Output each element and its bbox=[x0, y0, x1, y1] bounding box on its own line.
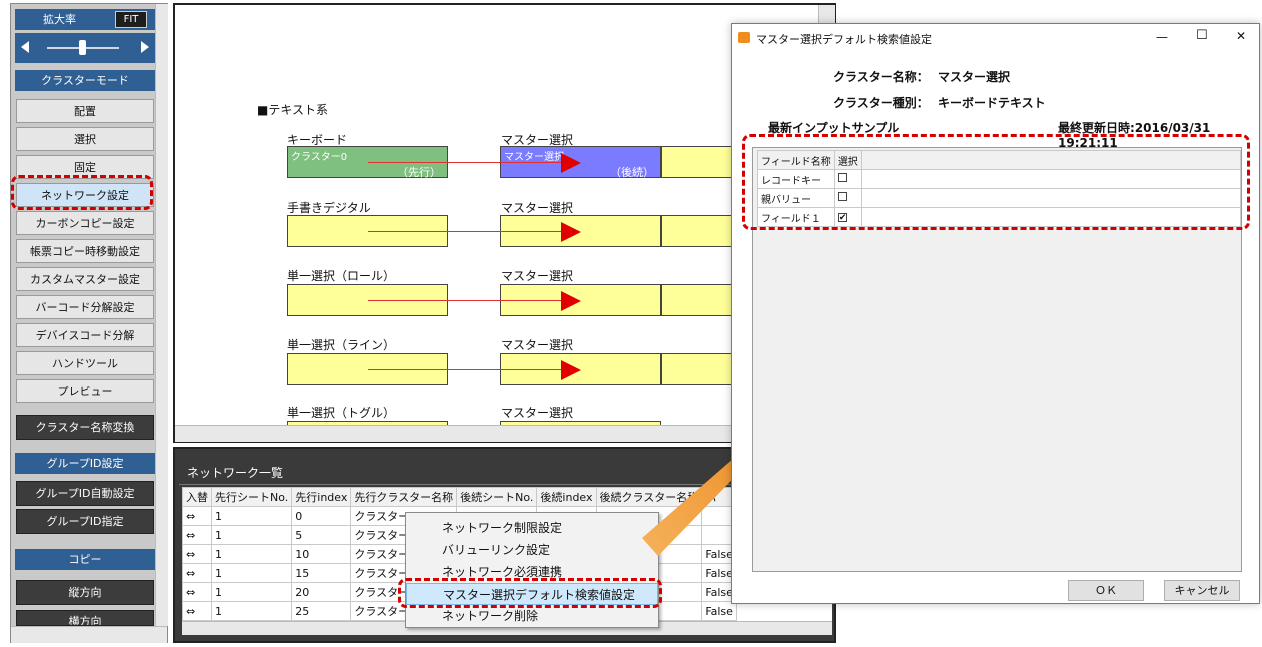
copy-vertical-button[interactable]: 縦方向 bbox=[16, 580, 154, 605]
cluster-box-name: クラスター0 bbox=[291, 152, 348, 163]
cell: 5 bbox=[291, 525, 352, 545]
cluster-box-role: （後続） bbox=[610, 166, 654, 179]
row-right-label: マスター選択 bbox=[501, 406, 574, 420]
copy-header: コピー bbox=[15, 549, 155, 570]
sidebar-vertical-scrollbar[interactable] bbox=[155, 4, 168, 626]
row-right-label: マスター選択 bbox=[501, 269, 574, 283]
mode-button-barcode-split[interactable]: バーコード分解設定 bbox=[16, 295, 154, 319]
context-menu: ネットワーク制限設定 バリューリンク設定 ネットワーク必須連携 マスター選択デフ… bbox=[405, 512, 659, 628]
cell: 1 bbox=[210, 544, 293, 564]
group-id-header: グループID設定 bbox=[15, 453, 155, 474]
cell: 1 bbox=[210, 601, 293, 621]
mode-button-form-copy-move[interactable]: 帳票コピー時移動設定 bbox=[16, 239, 154, 263]
col-header[interactable]: 先行クラスター名称 bbox=[350, 487, 458, 507]
cell: 1 bbox=[210, 563, 293, 583]
row-left-label: 単一選択（トグル） bbox=[287, 406, 396, 420]
cluster-type-value: キーボードテキスト bbox=[938, 96, 1046, 110]
mode-button-place[interactable]: 配置 bbox=[16, 99, 154, 123]
cluster-mode-header: クラスターモード bbox=[15, 70, 155, 91]
swap-cell[interactable]: ⇔ bbox=[182, 582, 212, 602]
zoom-in-arrow-icon[interactable] bbox=[141, 41, 149, 53]
zoom-out-arrow-icon[interactable] bbox=[21, 41, 29, 53]
link-line bbox=[368, 369, 568, 370]
cluster-box-extra[interactable] bbox=[661, 284, 741, 316]
left-sidebar: 拡大率 FIT クラスターモード 配置 選択 固定 ネットワーク設定 カーボンコ… bbox=[10, 3, 168, 643]
zoom-slider-bar bbox=[15, 33, 155, 63]
mode-button-device-code[interactable]: デバイスコード分解 bbox=[16, 323, 154, 347]
link-line bbox=[368, 231, 568, 232]
mode-button-hand-tool[interactable]: ハンドツール bbox=[16, 351, 154, 375]
mode-button-preview[interactable]: プレビュー bbox=[16, 379, 154, 403]
network-list-title: ネットワーク一覧 bbox=[187, 466, 284, 480]
minimize-icon[interactable]: — bbox=[1156, 30, 1168, 44]
cell: False bbox=[701, 601, 737, 621]
link-arrow-icon bbox=[561, 360, 581, 380]
copy-horizontal-button[interactable]: 横方向 bbox=[16, 610, 154, 626]
swap-cell[interactable]: ⇔ bbox=[182, 544, 212, 564]
cell: 10 bbox=[291, 544, 352, 564]
col-header[interactable]: 入替 bbox=[182, 487, 212, 507]
dialog-titlebar: マスター選択デフォルト検索値設定 — ☐ ✕ bbox=[732, 24, 1259, 52]
highlight-menu-item bbox=[398, 578, 662, 608]
swap-cell[interactable]: ⇔ bbox=[182, 601, 212, 621]
sidebar-horizontal-scrollbar[interactable] bbox=[11, 626, 167, 643]
highlight-field-grid bbox=[742, 134, 1250, 230]
highlight-network-setting bbox=[11, 175, 153, 210]
cluster-name-value: マスター選択 bbox=[938, 70, 1011, 84]
link-line bbox=[368, 162, 568, 163]
link-arrow-icon bbox=[561, 222, 581, 242]
row-right-label: マスター選択 bbox=[501, 201, 574, 215]
maximize-icon[interactable]: ☐ bbox=[1196, 28, 1208, 43]
cell: 25 bbox=[291, 601, 352, 621]
group-id-auto-button[interactable]: グループID自動設定 bbox=[16, 481, 154, 506]
swap-cell[interactable]: ⇔ bbox=[182, 506, 212, 526]
cell: 1 bbox=[210, 525, 293, 545]
row-right-label: マスター選択 bbox=[501, 338, 574, 352]
swap-cell[interactable]: ⇔ bbox=[182, 563, 212, 583]
master-default-search-dialog: マスター選択デフォルト検索値設定 — ☐ ✕ クラスター名称： マスター選択 ク… bbox=[731, 23, 1260, 604]
cluster-box-extra[interactable] bbox=[661, 146, 741, 178]
cell: 20 bbox=[291, 582, 352, 602]
dialog-title: マスター選択デフォルト検索値設定 bbox=[756, 33, 932, 46]
row-left-label: 単一選択（ロール） bbox=[287, 269, 396, 283]
col-header[interactable]: 後続シートNo. bbox=[456, 487, 538, 507]
cluster-rename-button[interactable]: クラスター名称変換 bbox=[16, 415, 154, 440]
cell: 1 bbox=[210, 506, 293, 526]
row-left-label: 単一選択（ライン） bbox=[287, 338, 396, 352]
col-header[interactable]: 先行シートNo. bbox=[210, 487, 293, 507]
row-left-label: 手書きデジタル bbox=[287, 201, 371, 215]
swap-cell[interactable]: ⇔ bbox=[182, 525, 212, 545]
cell: 1 bbox=[210, 582, 293, 602]
mode-button-carbon-copy[interactable]: カーボンコピー設定 bbox=[16, 211, 154, 235]
link-arrow-icon bbox=[561, 153, 581, 173]
zoom-slider-thumb[interactable] bbox=[79, 40, 86, 55]
menu-item-value-link[interactable]: バリューリンク設定 bbox=[406, 539, 658, 561]
ok-button[interactable]: ＯＫ bbox=[1068, 580, 1144, 601]
cancel-button[interactable]: キャンセル bbox=[1164, 580, 1240, 601]
cluster-type-label: クラスター種別： bbox=[833, 96, 929, 110]
cluster-box-role: （先行） bbox=[397, 166, 441, 179]
cell: 15 bbox=[291, 563, 352, 583]
app-icon bbox=[738, 32, 750, 43]
menu-item-network-delete[interactable]: ネットワーク削除 bbox=[406, 605, 658, 627]
group-id-assign-button[interactable]: グループID指定 bbox=[16, 509, 154, 534]
section-title: ■テキスト系 bbox=[257, 103, 328, 117]
col-header[interactable]: 先行index bbox=[291, 487, 352, 507]
link-line bbox=[368, 300, 568, 301]
mode-button-select[interactable]: 選択 bbox=[16, 127, 154, 151]
mode-button-custom-master[interactable]: カスタムマスター設定 bbox=[16, 267, 154, 291]
fit-button[interactable]: FIT bbox=[115, 11, 147, 28]
link-arrow-icon bbox=[561, 291, 581, 311]
col-header[interactable]: 後続index bbox=[536, 487, 597, 507]
close-icon[interactable]: ✕ bbox=[1236, 29, 1246, 43]
menu-item-network-limit[interactable]: ネットワーク制限設定 bbox=[406, 517, 658, 539]
zoom-label: 拡大率 bbox=[43, 13, 76, 26]
cell: 0 bbox=[291, 506, 352, 526]
cluster-name-label: クラスター名称： bbox=[833, 70, 929, 84]
cluster-box-extra[interactable] bbox=[661, 215, 741, 247]
